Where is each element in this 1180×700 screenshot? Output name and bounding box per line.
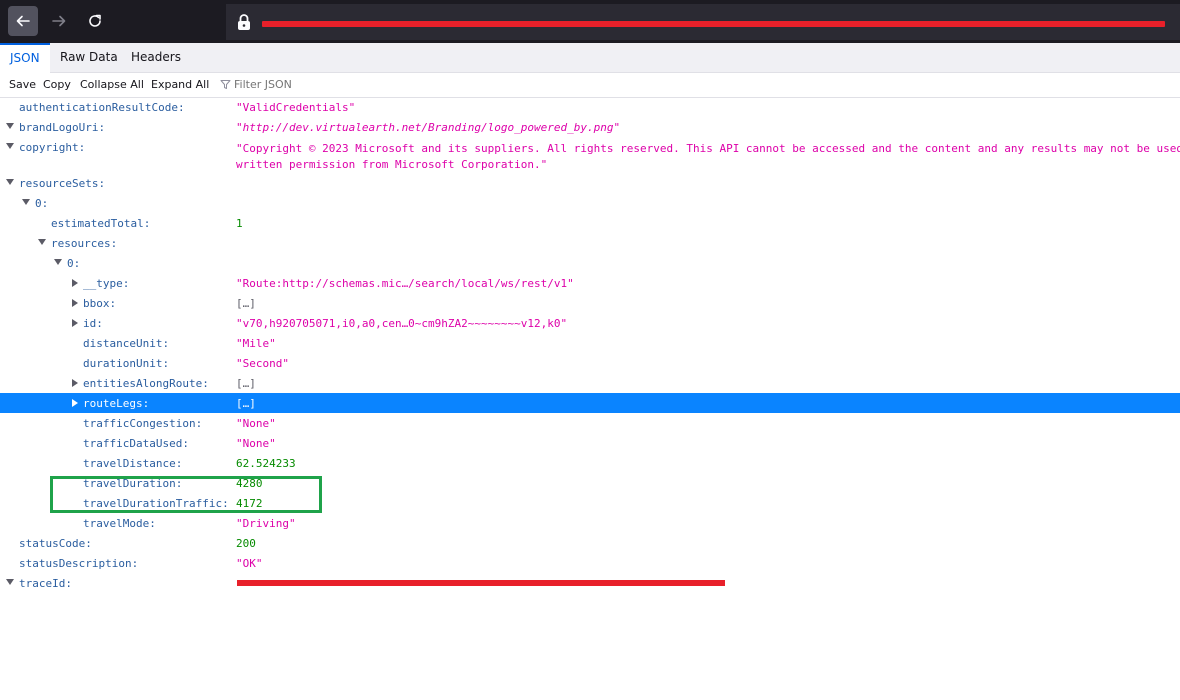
filter-json-input[interactable] [234, 78, 434, 91]
json-row[interactable]: estimatedTotal: 1 [0, 213, 1180, 233]
json-key: distanceUnit: [83, 337, 170, 350]
url-bar[interactable] [226, 4, 1180, 40]
json-value: […] [236, 377, 256, 390]
collapse-twisty-icon[interactable] [54, 259, 62, 265]
collapse-twisty-icon[interactable] [6, 143, 14, 149]
json-value-line: "Copyright © 2023 Microsoft and its supp… [236, 142, 1180, 155]
highlight-box [50, 476, 322, 513]
json-key: resourceSets: [19, 177, 106, 190]
url-redaction [262, 21, 1165, 27]
json-key: travelDistance: [83, 457, 183, 470]
json-value: […] [236, 397, 256, 410]
json-key: travelMode: [83, 517, 156, 530]
json-value: "ValidCredentials" [236, 101, 356, 114]
json-value: […] [236, 297, 256, 310]
json-row-selected[interactable]: routeLegs: […] [0, 393, 1180, 413]
collapse-twisty-icon[interactable] [22, 199, 30, 205]
expand-twisty-icon[interactable] [72, 379, 78, 387]
tab-raw-data[interactable]: Raw Data [50, 43, 128, 72]
json-key: routeLegs: [83, 397, 150, 410]
json-row[interactable]: copyright: "Copyright © 2023 Microsoft a… [0, 137, 1180, 173]
json-value: "http://dev.virtualearth.net/Branding/lo… [236, 121, 621, 134]
json-value: "None" [236, 417, 276, 430]
json-key: durationUnit: [83, 357, 170, 370]
json-value: 200 [236, 537, 256, 550]
json-row[interactable]: resourceSets: [0, 173, 1180, 193]
json-value: "Mile" [236, 337, 276, 350]
json-row[interactable]: statusCode: 200 [0, 533, 1180, 553]
json-row[interactable]: trafficCongestion: "None" [0, 413, 1180, 433]
json-value: 1 [236, 217, 243, 230]
json-value-line: written permission from Microsoft Corpor… [236, 158, 548, 171]
json-key: authenticationResultCode: [19, 101, 185, 114]
json-key: id: [83, 317, 103, 330]
json-key: statusCode: [19, 537, 92, 550]
json-row[interactable]: brandLogoUri: "http://dev.virtualearth.n… [0, 117, 1180, 137]
json-value: "Driving" [236, 517, 296, 530]
expand-twisty-icon[interactable] [72, 299, 78, 307]
json-row[interactable]: 0: [0, 193, 1180, 213]
json-key: entitiesAlongRoute: [83, 377, 209, 390]
reload-icon [89, 14, 101, 27]
json-key: copyright: [19, 141, 86, 154]
json-row[interactable]: distanceUnit: "Mile" [0, 333, 1180, 353]
json-row[interactable]: trafficDataUsed: "None" [0, 433, 1180, 453]
tab-headers[interactable]: Headers [121, 43, 191, 72]
json-key: estimatedTotal: [51, 217, 151, 230]
collapse-twisty-icon[interactable] [6, 123, 14, 129]
expand-all-button[interactable]: Expand All [151, 78, 209, 91]
json-value: "Second" [236, 357, 289, 370]
collapse-twisty-icon[interactable] [6, 179, 14, 185]
collapse-twisty-icon[interactable] [38, 239, 46, 245]
json-value: "Route:http://schemas.mic…/search/local/… [236, 277, 574, 290]
json-value: 62.524233 [236, 457, 296, 470]
json-row[interactable]: 0: [0, 253, 1180, 273]
json-row[interactable]: travelMode: "Driving" [0, 513, 1180, 533]
json-key: statusDescription: [19, 557, 139, 570]
viewer-tabs: JSON Raw Data Headers [0, 43, 1180, 74]
collapse-all-button[interactable]: Collapse All [80, 78, 144, 91]
back-button[interactable] [8, 6, 38, 36]
browser-toolbar [0, 0, 1180, 43]
expand-twisty-icon[interactable] [72, 279, 78, 287]
forward-arrow-icon [52, 15, 66, 27]
back-arrow-icon [16, 15, 30, 27]
reload-button[interactable] [80, 6, 110, 36]
tab-json[interactable]: JSON [0, 43, 50, 74]
json-key: resources: [51, 237, 118, 250]
forward-button[interactable] [44, 6, 74, 36]
json-key: 0: [35, 197, 49, 210]
copy-button[interactable]: Copy [43, 78, 71, 91]
expand-twisty-icon[interactable] [72, 399, 78, 407]
json-key: traceId: [19, 577, 72, 590]
json-value: "OK" [236, 557, 263, 570]
json-value: "Copyright © 2023 Microsoft and its supp… [236, 141, 1180, 173]
json-key: 0: [67, 257, 81, 270]
json-value: "v70,h920705071,i0,a0,cen…0~cm9hZA2~~~~~… [236, 317, 568, 330]
collapse-twisty-icon[interactable] [6, 579, 14, 585]
json-key: __type: [83, 277, 130, 290]
json-row[interactable]: entitiesAlongRoute: […] [0, 373, 1180, 393]
json-row[interactable]: bbox: […] [0, 293, 1180, 313]
json-key: bbox: [83, 297, 117, 310]
lock-icon [238, 14, 250, 30]
json-row[interactable]: __type: "Route:http://schemas.mic…/searc… [0, 273, 1180, 293]
save-button[interactable]: Save [9, 78, 36, 91]
json-value: "None" [236, 437, 276, 450]
json-row[interactable]: statusDescription: "OK" [0, 553, 1180, 573]
json-row[interactable]: durationUnit: "Second" [0, 353, 1180, 373]
json-row[interactable]: authenticationResultCode: "ValidCredenti… [0, 97, 1180, 117]
json-row[interactable]: travelDistance: 62.524233 [0, 453, 1180, 473]
json-row[interactable]: resources: [0, 233, 1180, 253]
expand-twisty-icon[interactable] [72, 319, 78, 327]
trace-id-redaction [237, 580, 725, 586]
json-key: trafficDataUsed: [83, 437, 189, 450]
json-row[interactable]: id: "v70,h920705071,i0,a0,cen…0~cm9hZA2~… [0, 313, 1180, 333]
json-key: brandLogoUri: [19, 121, 106, 134]
filter-icon [220, 80, 231, 89]
json-key: trafficCongestion: [83, 417, 203, 430]
json-toolbar: Save Copy Collapse All Expand All [0, 73, 1180, 98]
